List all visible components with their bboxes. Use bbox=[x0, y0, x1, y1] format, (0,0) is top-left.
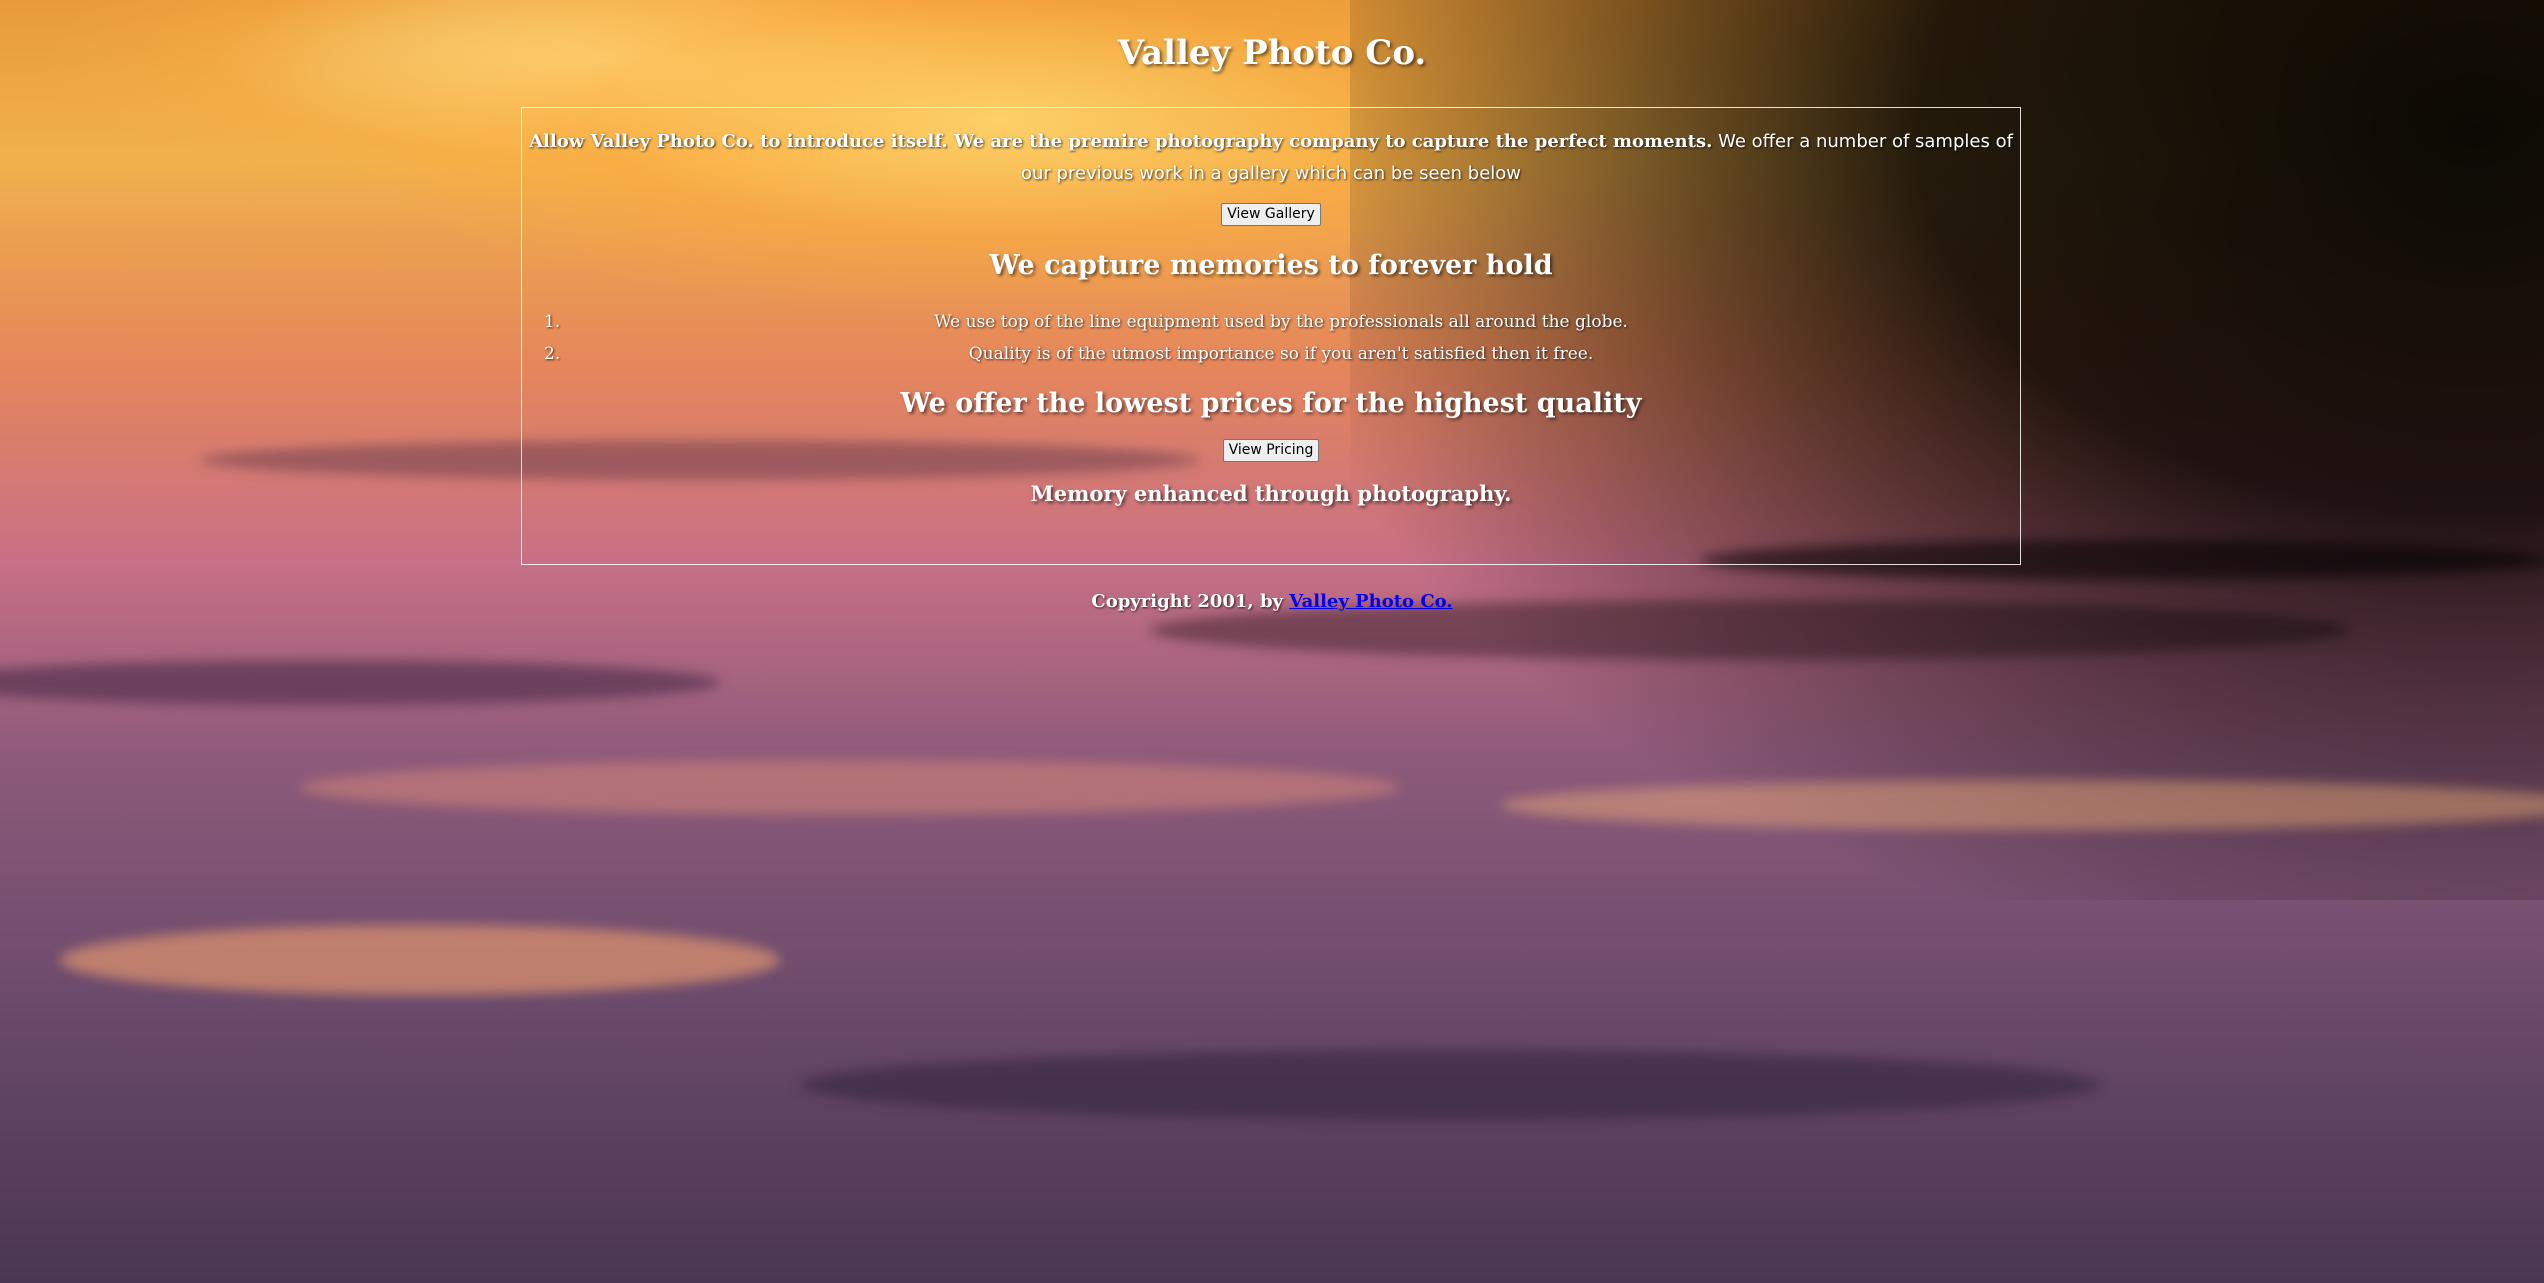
view-pricing-button[interactable]: View Pricing bbox=[1222, 439, 1320, 462]
content-box: Allow Valley Photo Co. to introduce itse… bbox=[521, 107, 2021, 565]
list-item-text: Quality is of the utmost importance so i… bbox=[968, 344, 1594, 364]
intro-paragraph: Allow Valley Photo Co. to introduce itse… bbox=[524, 126, 2018, 190]
site-title: Valley Photo Co. bbox=[1117, 33, 1427, 73]
copyright-text: Copyright 2001, by bbox=[1091, 591, 1290, 612]
memories-heading: We capture memories to forever hold bbox=[989, 250, 1553, 281]
background-ripple bbox=[1500, 780, 2544, 830]
features-list: 1. We use top of the line equipment used… bbox=[524, 306, 2018, 370]
list-item: 2. Quality is of the utmost importance s… bbox=[544, 338, 2018, 370]
page: Valley Photo Co. Allow Valley Photo Co. … bbox=[0, 0, 2544, 612]
background-ripple bbox=[800, 1050, 2100, 1120]
footer: Copyright 2001, by Valley Photo Co. bbox=[0, 587, 2544, 617]
list-item-number: 1. bbox=[544, 312, 561, 332]
list-item: 1. We use top of the line equipment used… bbox=[544, 306, 2018, 338]
list-item-number: 2. bbox=[544, 344, 561, 364]
background-ripple bbox=[300, 760, 1400, 815]
tagline: Memory enhanced through photography. bbox=[1030, 481, 1512, 506]
pricing-heading: We offer the lowest prices for the highe… bbox=[900, 388, 1642, 419]
footer-company-link[interactable]: Valley Photo Co. bbox=[1289, 591, 1452, 612]
background-ripple bbox=[0, 660, 720, 705]
intro-bold-text: Allow Valley Photo Co. to introduce itse… bbox=[529, 131, 1713, 152]
view-gallery-button[interactable]: View Gallery bbox=[1221, 203, 1321, 226]
list-item-text: We use top of the line equipment used by… bbox=[934, 312, 1628, 332]
background-ripple bbox=[60, 925, 780, 995]
